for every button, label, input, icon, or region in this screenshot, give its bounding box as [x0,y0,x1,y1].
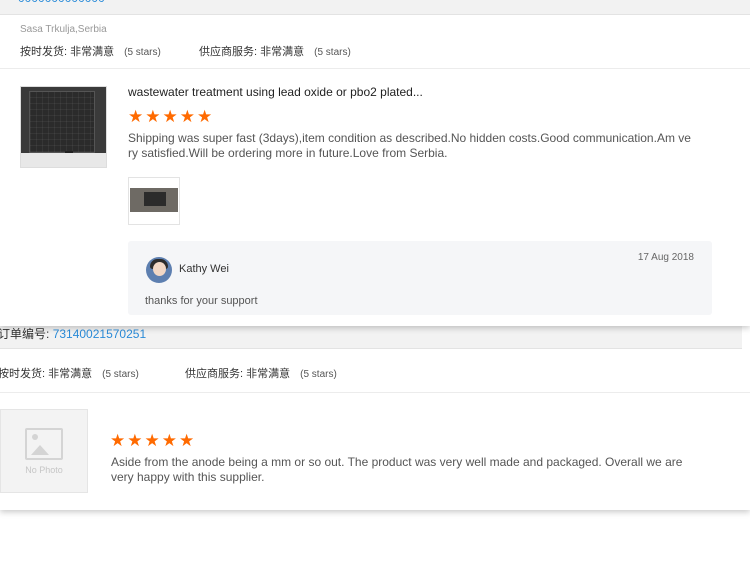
star-icon: ★ [144,431,160,450]
review-text: Aside from the anode being a mm or so ou… [111,455,682,485]
star-rating: ★ ★ ★ ★ ★ [128,108,212,125]
divider [0,68,750,69]
product-image-cert-strip [21,153,106,167]
order-number-row: 订单编号: 73140021570251 [0,325,146,342]
star-icon: ★ [179,431,195,450]
product-thumbnail[interactable] [20,86,107,168]
star-icon: ★ [197,107,213,126]
product-title-link[interactable]: wastewater treatment using lead oxide or… [128,85,423,99]
order-bar: 订单编号: 73140021570251 [0,322,742,349]
order-number-link[interactable]: 73140021570251 [53,327,146,341]
review-text-line: Aside from the anode being a mm or so ou… [111,455,683,469]
product-image [29,91,95,153]
reply-date: 17 Aug 2018 [637,252,694,263]
rating-supplier-service: 供应商服务: 非常满意 (5 stars) [185,365,337,381]
star-icon: ★ [110,431,126,450]
review-card-1: 0000000000000 Sasa Trkulja,Serbia 按时发货: … [0,0,750,326]
no-photo-label: No Photo [25,465,63,475]
order-bar: 0000000000000 [0,0,750,15]
star-icon: ★ [161,431,177,450]
avatar-face [153,262,166,276]
no-photo-thumbnail: No Photo [0,409,88,493]
rating-on-time-delivery: 按时发货: 非常满意 (5 stars) [20,43,161,59]
review-text-line: ry satisfied.Will be ordering more in fu… [128,146,448,160]
review-photo-thumbnail[interactable] [128,177,180,225]
rating-stars-text: (5 stars) [124,47,161,58]
star-rating: ★ ★ ★ ★ ★ [110,432,194,449]
star-icon: ★ [162,107,178,126]
rating-label: 供应商服务: 非常满意 [185,368,291,380]
rating-supplier-service: 供应商服务: 非常满意 (5 stars) [199,43,351,59]
star-icon: ★ [145,107,161,126]
review-card-2: 订单编号: 73140021570251 按时发货: 非常满意 (5 stars)… [0,322,750,510]
divider [0,392,750,393]
reply-text: thanks for your support [145,295,258,307]
seller-reply: Kathy Wei 17 Aug 2018 thanks for your su… [128,241,712,315]
rating-label: 按时发货: 非常满意 [0,368,93,380]
avatar [146,257,172,283]
order-number-partial[interactable]: 0000000000000 [18,0,105,5]
image-placeholder-icon [25,428,63,460]
rating-stars-text: (5 stars) [314,47,351,58]
rating-stars-text: (5 stars) [102,369,139,380]
rating-label: 供应商服务: 非常满意 [199,46,305,58]
star-icon: ★ [127,431,143,450]
review-photo [130,188,178,212]
star-icon: ★ [128,107,144,126]
review-text-line: Shipping was super fast (3days),item con… [128,131,691,145]
reviewer-name: Sasa Trkulja,Serbia [20,24,107,35]
rating-stars-text: (5 stars) [300,369,337,380]
reply-author-name: Kathy Wei [179,263,229,275]
rating-on-time-delivery: 按时发货: 非常满意 (5 stars) [0,365,139,381]
review-text-line: very happy with this supplier. [111,470,265,484]
rating-label: 按时发货: 非常满意 [20,46,115,58]
order-number-label: 订单编号: [0,327,50,341]
star-icon: ★ [179,107,195,126]
review-text: Shipping was super fast (3days),item con… [128,131,691,161]
